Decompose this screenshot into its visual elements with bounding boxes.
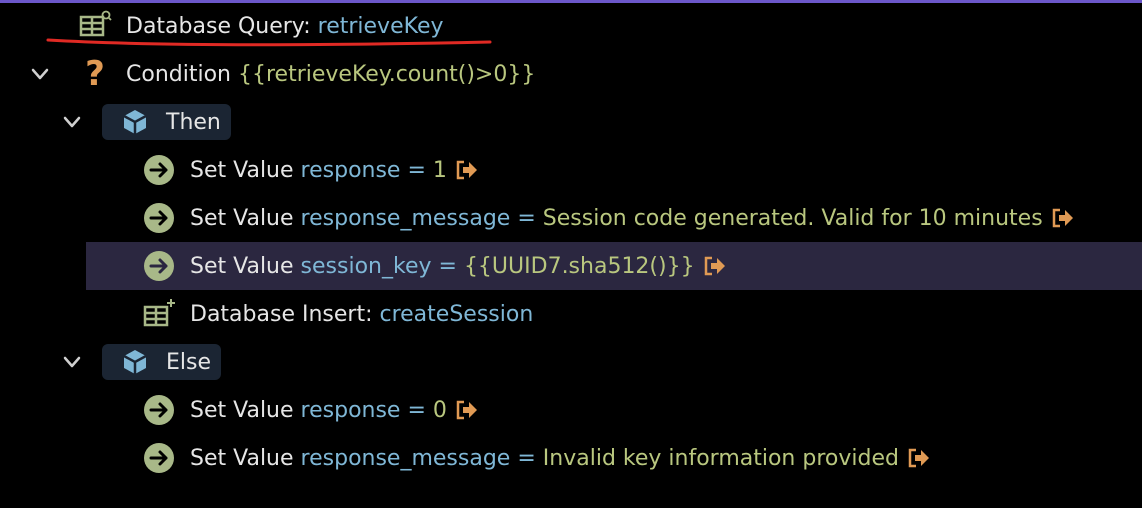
tree-row-set-value[interactable]: Set Value response = 1 [0,146,1142,194]
variable-name: session_key [300,253,432,279]
equals-sign: = [517,205,536,231]
go-to-icon[interactable] [455,159,479,181]
go-to-icon[interactable] [1051,207,1075,229]
step-label: Set Value [190,445,294,471]
tree-row-else[interactable]: Else [0,338,1142,386]
equals-sign: = [407,157,426,183]
step-label: Set Value [190,157,294,183]
variable-value: 1 [432,157,447,183]
then-block[interactable]: Then [102,104,231,140]
cube-icon [118,105,152,139]
equals-sign: = [438,253,457,279]
equals-sign: = [517,445,536,471]
variable-name: response_message [300,445,511,471]
cube-icon [118,345,152,379]
variable-name: response_message [300,205,511,231]
tree-row-condition[interactable]: ? Condition {{retrieveKey.count()>0}} [0,50,1142,98]
variable-name: response [300,157,401,183]
step-label: Set Value [190,205,294,231]
arrow-right-circle-icon [142,393,176,427]
go-to-icon[interactable] [455,399,479,421]
go-to-icon[interactable] [907,447,931,469]
variable-value: 0 [432,397,447,423]
database-query-icon [78,9,112,43]
variable-value: Session code generated. Valid for 10 min… [542,205,1043,231]
arrow-right-circle-icon [142,249,176,283]
tree-row-set-value[interactable]: Set Value response_message = Invalid key… [0,434,1142,482]
step-label: Set Value [190,397,294,423]
equals-sign: = [407,397,426,423]
chevron-down-icon[interactable] [28,62,52,86]
variable-name: response [300,397,401,423]
then-label: Then [166,109,221,135]
tree-row-set-value[interactable]: Set Value response = 0 [0,386,1142,434]
arrow-right-circle-icon [142,153,176,187]
tree-row-then[interactable]: Then [0,98,1142,146]
tree-row-database-query[interactable]: Database Query: retrieveKey [0,2,1142,50]
step-label: Database Insert: [190,301,373,327]
chevron-down-icon[interactable] [60,350,84,374]
tree-row-database-insert[interactable]: Database Insert: createSession [0,290,1142,338]
tree-row-set-value[interactable]: Set Value response_message = Session cod… [0,194,1142,242]
else-block[interactable]: Else [102,344,222,380]
chevron-down-icon[interactable] [60,110,84,134]
arrow-right-circle-icon [142,441,176,475]
tree-row-set-value-selected[interactable]: Set Value session_key = {{UUID7.sha512()… [86,242,1142,290]
variable-value: Invalid key information provided [542,445,899,471]
insert-name: createSession [379,301,534,327]
step-label: Set Value [190,253,294,279]
step-label: Database Query: [126,13,311,39]
arrow-right-circle-icon [142,201,176,235]
query-name: retrieveKey [317,13,444,39]
else-label: Else [166,349,212,375]
condition-expression: {{retrieveKey.count()>0}} [237,61,536,87]
go-to-icon[interactable] [703,255,727,277]
variable-value: {{UUID7.sha512()}} [463,253,695,279]
question-mark-icon: ? [85,54,105,94]
step-label: Condition [126,61,231,87]
database-insert-icon [142,297,176,331]
